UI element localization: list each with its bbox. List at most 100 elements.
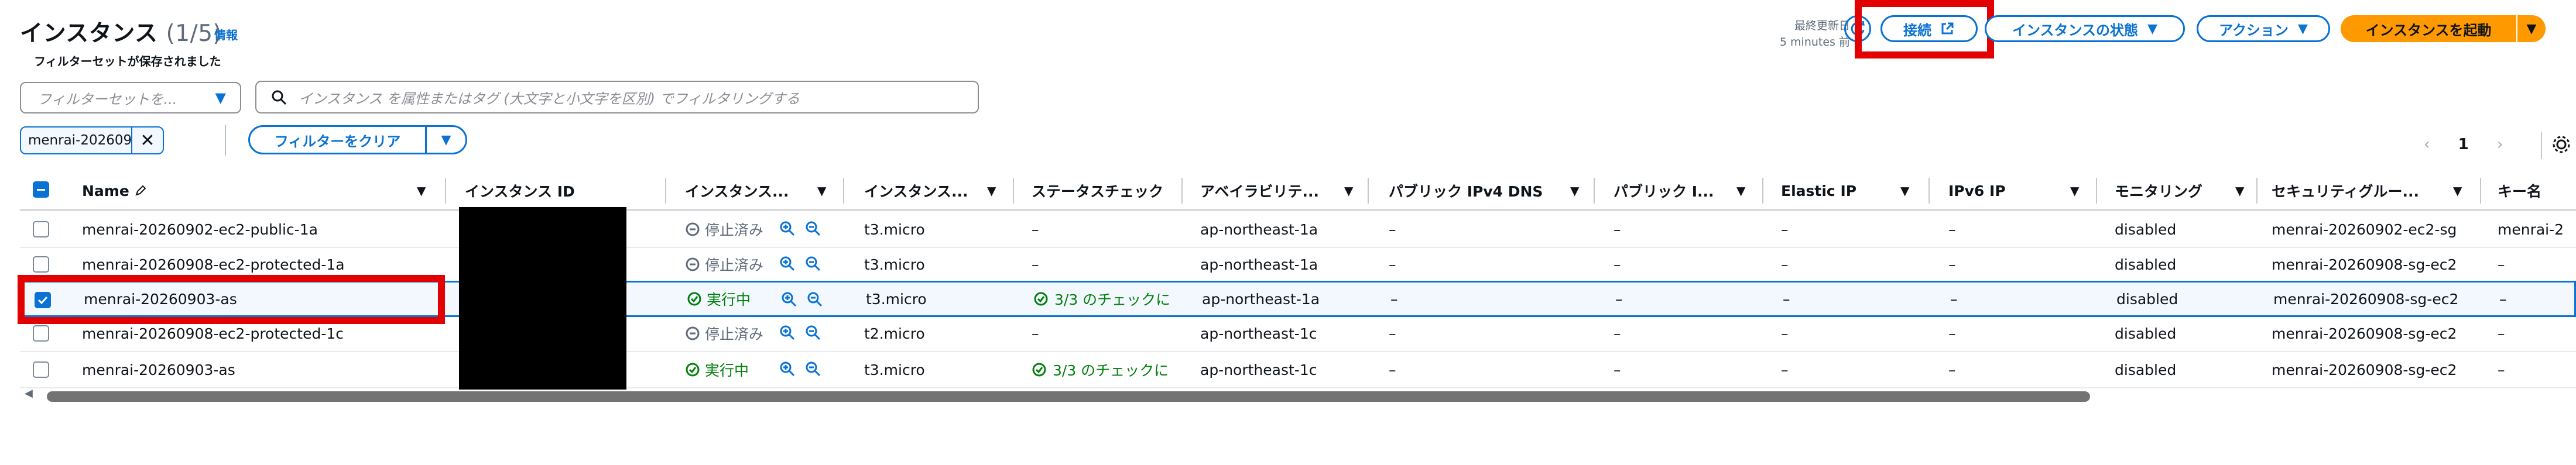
divider (2541, 132, 2542, 159)
check-circle-icon (686, 363, 700, 377)
sort-icon[interactable]: ▼ (2070, 184, 2079, 198)
col-security-group[interactable]: セキュリティグルー... (2272, 170, 2447, 212)
zoom-out-icon[interactable] (804, 360, 822, 378)
column-divider[interactable] (1762, 178, 1763, 204)
scroll-left-icon[interactable]: ◀ (25, 387, 33, 399)
settings-gear-icon[interactable] (2551, 135, 2571, 154)
saved-filter-label: フィルターセットが保存されました (34, 54, 221, 68)
column-divider[interactable] (2256, 178, 2258, 204)
table-row[interactable]: menrai-20260903-as 実行中 t3.micro 3/3 のチェッ… (20, 352, 2576, 388)
column-divider[interactable] (1013, 178, 1014, 204)
launch-label: インスタンスを起動 (2365, 22, 2492, 39)
elastic-ip-cell: – (1781, 221, 1789, 238)
settings-top-icon[interactable] (2553, 15, 2576, 42)
col-ipv6[interactable]: IPv6 IP (1948, 170, 2065, 212)
stopped-icon (686, 222, 700, 236)
monitoring-cell: disabled (2115, 325, 2177, 342)
sort-icon[interactable]: ▼ (1736, 184, 1745, 198)
search-input[interactable]: インスタンス を属性またはタグ (大文字と小文字を区別) でフィルタリングする (255, 81, 979, 113)
col-instance-id[interactable]: インスタンス ID (465, 170, 664, 212)
column-divider[interactable] (2480, 178, 2481, 204)
clear-filters-button[interactable]: フィルターをクリア ▼ (248, 125, 467, 154)
instance-state-text: 実行中 (705, 362, 749, 379)
caret-down-icon[interactable]: ▼ (425, 127, 465, 153)
instance-state-button[interactable]: インスタンスの状態 ▼ (1985, 15, 2185, 42)
column-divider[interactable] (1181, 178, 1183, 204)
security-group-cell[interactable]: menrai-20260908-sg-ec2 (2272, 247, 2471, 282)
column-divider[interactable] (843, 178, 844, 204)
edit-icon (135, 185, 146, 196)
sort-icon[interactable]: ▼ (417, 184, 426, 198)
column-divider[interactable] (665, 178, 666, 204)
sort-icon[interactable]: ▼ (2453, 184, 2462, 198)
col-name[interactable]: Name (82, 170, 147, 212)
instance-name-cell[interactable]: menrai-20260903-as (82, 352, 445, 387)
launch-instance-button[interactable]: インスタンスを起動 ▼ (2341, 15, 2546, 42)
public-ip-cell: – (1614, 361, 1621, 378)
instance-type-cell: t2.micro (864, 325, 925, 342)
actions-button[interactable]: アクション ▼ (2197, 15, 2330, 42)
instance-state-cell: 停止済み (685, 316, 779, 351)
column-divider[interactable] (1368, 178, 1369, 204)
row-checkbox[interactable] (33, 256, 49, 273)
col-public-ip[interactable]: パブリック I... (1614, 170, 1728, 212)
sort-icon[interactable]: ▼ (1570, 184, 1579, 198)
column-divider[interactable] (2096, 178, 2097, 204)
az-cell: ap-northeast-1c (1200, 361, 1317, 378)
zoom-out-icon[interactable] (806, 291, 824, 308)
column-divider[interactable] (1594, 178, 1595, 204)
row-checkbox[interactable] (33, 361, 49, 378)
redacted-instance-ids (459, 207, 626, 390)
public-ip-cell: – (1614, 325, 1621, 342)
col-elastic-ip[interactable]: Elastic IP (1781, 170, 1898, 212)
col-public-dns[interactable]: パブリック IPv4 DNS (1389, 170, 1564, 212)
zoom-in-icon[interactable] (779, 220, 796, 237)
sort-icon[interactable]: ▼ (1344, 184, 1353, 198)
info-link[interactable]: 情報 (214, 26, 238, 43)
check-circle-icon (687, 292, 701, 306)
remove-token-icon[interactable]: ✕ (131, 128, 163, 153)
zoom-in-icon[interactable] (779, 324, 796, 342)
security-group-cell[interactable]: menrai-20260902-ec2-sg (2272, 212, 2471, 247)
col-monitoring[interactable]: モニタリング (2115, 170, 2232, 212)
row-checkbox[interactable] (33, 325, 49, 342)
column-divider[interactable] (445, 178, 446, 204)
instance-name-cell[interactable]: menrai-20260902-ec2-public-1a (82, 212, 445, 247)
zoom-in-icon[interactable] (779, 360, 796, 378)
row-checkbox[interactable] (33, 221, 49, 237)
caret-down-icon[interactable]: ▼ (2516, 15, 2546, 42)
next-page-icon[interactable]: › (2497, 136, 2503, 153)
col-instance-state[interactable]: インスタンス... (685, 170, 808, 212)
col-key-name[interactable]: キー名 (2498, 170, 2576, 212)
prev-page-icon[interactable]: ‹ (2424, 136, 2430, 153)
sort-icon[interactable]: ▼ (2235, 184, 2244, 198)
sort-icon[interactable]: ▼ (817, 184, 826, 198)
security-group-cell[interactable]: menrai-20260908-sg-ec2 (2272, 352, 2471, 387)
instance-state-text: 停止済み (705, 326, 764, 343)
zoom-in-icon[interactable] (780, 291, 798, 308)
security-group-cell[interactable]: menrai-20260908-sg-ec2 (2272, 316, 2471, 351)
zoom-out-icon[interactable] (804, 255, 822, 273)
security-group-cell[interactable]: menrai-20260908-sg-ec2 (2273, 283, 2472, 315)
sort-icon[interactable]: ▼ (987, 184, 996, 198)
monitoring-cell: disabled (2115, 256, 2177, 273)
scrollbar-thumb[interactable] (47, 391, 2090, 402)
instance-state-text: 停止済み (705, 222, 764, 239)
select-all-checkbox[interactable] (33, 181, 49, 198)
sort-icon[interactable]: ▼ (1900, 184, 1909, 198)
check-circle-icon (1034, 292, 1048, 306)
instance-type-cell: t3.micro (864, 256, 925, 273)
saved-filter-select[interactable]: フィルターセットを... ▼ (20, 82, 241, 113)
pagination: ‹ 1 › (2424, 136, 2503, 153)
page-number[interactable]: 1 (2458, 136, 2469, 153)
column-divider[interactable] (1928, 178, 1930, 204)
zoom-out-icon[interactable] (804, 220, 822, 237)
zoom-out-icon[interactable] (804, 324, 822, 342)
col-instance-type[interactable]: インスタンス... (864, 170, 979, 212)
col-status-check[interactable]: ステータスチェック (1032, 170, 1180, 212)
zoom-in-icon[interactable] (779, 255, 796, 273)
selection-count: (1/5) (166, 20, 222, 47)
table-row[interactable]: menrai-20260902-ec2-public-1a 停止済み t3.mi… (20, 212, 2576, 248)
col-availability-zone[interactable]: アベイラビリテ... (1200, 170, 1341, 212)
instance-state-label: インスタンスの状態 (2012, 22, 2139, 39)
